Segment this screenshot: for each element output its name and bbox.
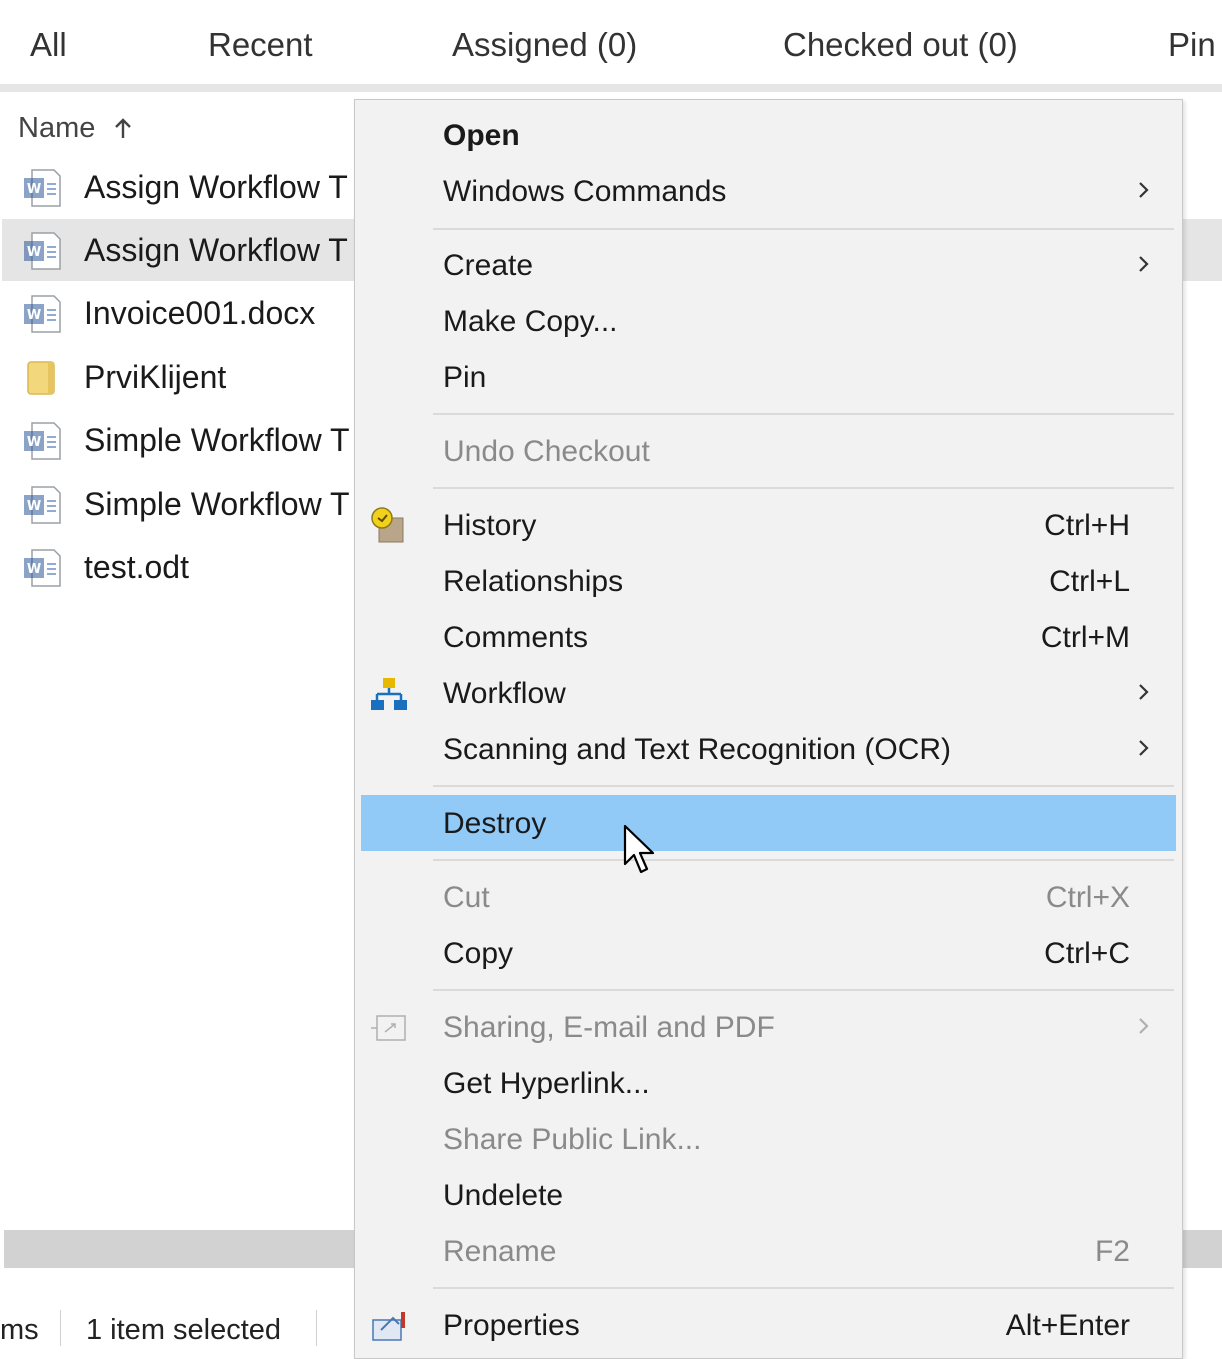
tab-pinned[interactable]: Pin — [1168, 26, 1216, 64]
file-name: test.odt — [84, 548, 189, 585]
word-document-icon: W — [24, 486, 61, 524]
menu-item-workflow[interactable]: Workflow — [361, 665, 1176, 721]
mouse-cursor-icon — [623, 824, 655, 874]
menu-item-make-copy[interactable]: Make Copy... — [361, 293, 1176, 349]
file-name: Invoice001.docx — [84, 294, 316, 331]
folder-icon — [27, 361, 55, 395]
menu-item-cut: Cut Ctrl+X — [443, 881, 1130, 914]
menu-separator — [433, 989, 1174, 991]
word-document-icon: W — [24, 295, 61, 333]
svg-text:W: W — [27, 182, 41, 197]
menu-item-destroy[interactable]: Destroy — [361, 795, 1176, 851]
menu-item-pin[interactable]: Pin — [361, 349, 1176, 405]
word-document-icon: W — [24, 169, 61, 207]
file-name: Simple Workflow T — [84, 485, 350, 522]
menu-item-sharing: Sharing, E-mail and PDF — [361, 999, 1176, 1055]
menu-item-ocr[interactable]: Scanning and Text Recognition (OCR) — [361, 721, 1176, 777]
svg-text:W: W — [27, 562, 41, 577]
name-column-label: Name — [18, 112, 96, 144]
sharing-icon — [371, 1015, 406, 1041]
svg-text:W: W — [27, 308, 41, 323]
word-document-icon: W — [24, 549, 61, 587]
svg-text:W: W — [27, 245, 41, 260]
menu-separator — [433, 413, 1174, 415]
menu-item-undelete[interactable]: Undelete — [361, 1167, 1176, 1223]
menu-item-rename: Rename F2 — [443, 1235, 1130, 1268]
status-selection: 1 item selected — [86, 1314, 282, 1346]
word-document-icon: W — [24, 422, 61, 460]
menu-separator — [433, 1287, 1174, 1289]
menu-item-properties[interactable]: Properties Alt+Enter — [361, 1297, 1176, 1353]
menu-separator — [433, 487, 1174, 489]
chevron-right-icon — [1139, 182, 1149, 198]
tab-checked-out[interactable]: Checked out (0) — [783, 26, 1018, 64]
menu-item-comments[interactable]: Comments Ctrl+M — [361, 609, 1176, 665]
tab-recent[interactable]: Recent — [208, 26, 313, 64]
history-icon — [371, 507, 404, 543]
menu-item-relationships[interactable]: Relationships Ctrl+L — [361, 553, 1176, 609]
menu-separator — [433, 859, 1174, 861]
view-tabs: All Recent Assigned (0) Checked out (0) … — [0, 0, 1222, 92]
status-items-count: ms — [0, 1314, 39, 1346]
status-divider — [316, 1310, 317, 1346]
svg-text:W: W — [27, 499, 41, 514]
chevron-right-icon — [1139, 256, 1149, 272]
context-menu: Open Windows Commands Create Make Copy..… — [354, 99, 1183, 1359]
menu-item-copy[interactable]: Copy Ctrl+C — [361, 925, 1176, 981]
menu-separator — [433, 785, 1174, 787]
chevron-right-icon — [1139, 1018, 1149, 1034]
name-column-header[interactable]: Name — [18, 112, 133, 145]
menu-separator — [433, 228, 1174, 230]
workflow-icon — [371, 678, 407, 710]
file-name: PrviKlijent — [84, 358, 227, 395]
menu-item-undo-checkout: Undo Checkout — [443, 435, 650, 468]
menu-item-open[interactable]: Open — [361, 107, 1176, 163]
menu-item-windows-commands[interactable]: Windows Commands — [361, 163, 1176, 219]
chevron-right-icon — [1139, 684, 1149, 700]
file-name: Assign Workflow T — [84, 168, 348, 205]
sort-ascending-icon — [115, 117, 132, 138]
menu-item-get-hyperlink[interactable]: Get Hyperlink... — [361, 1055, 1176, 1111]
word-document-icon: W — [24, 232, 61, 270]
tab-all[interactable]: All — [30, 26, 67, 64]
menu-item-create[interactable]: Create — [361, 237, 1176, 293]
status-divider — [60, 1310, 61, 1346]
file-name: Assign Workflow T — [84, 231, 348, 268]
properties-icon — [372, 1312, 405, 1341]
svg-text:W: W — [27, 435, 41, 450]
menu-item-share-public-link: Share Public Link... — [443, 1123, 702, 1156]
menu-item-history[interactable]: History Ctrl+H — [361, 497, 1176, 553]
tab-assigned[interactable]: Assigned (0) — [452, 26, 637, 64]
file-name: Simple Workflow T — [84, 421, 350, 458]
chevron-right-icon — [1139, 740, 1149, 756]
